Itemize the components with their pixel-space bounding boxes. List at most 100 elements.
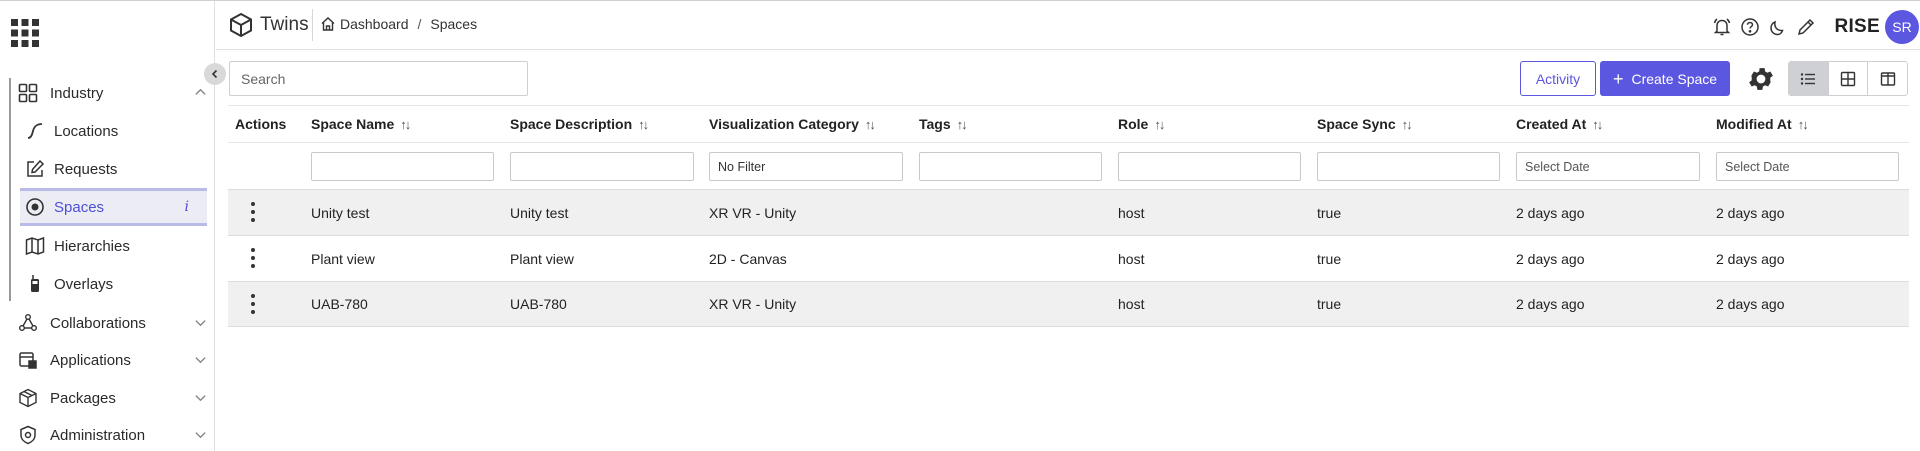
sidebar-group-label: Applications — [50, 351, 131, 369]
column-header-modified-at[interactable]: Modified At ↑↓ — [1716, 106, 1809, 142]
cell-visualization-category: XR VR - Unity — [709, 204, 797, 221]
cell-space-name: UAB-780 — [311, 296, 368, 312]
route-icon — [24, 120, 46, 142]
filter-modified-at[interactable] — [1716, 152, 1899, 181]
split-view-icon[interactable] — [1867, 62, 1907, 95]
settings-gear-icon[interactable] — [1746, 64, 1776, 94]
column-header-actions: Actions — [235, 116, 287, 132]
table-filter-row — [228, 143, 1909, 189]
chevron-up-icon — [194, 86, 207, 99]
column-header-role[interactable]: Role ↑↓ — [1118, 106, 1165, 142]
cell-role: host — [1118, 296, 1145, 312]
cell-space-description: Unity test — [510, 204, 569, 221]
plus-icon: + — [1612, 68, 1624, 89]
sidebar: Industry Locations Requests Spaces i Hie… — [0, 1, 215, 451]
help-icon[interactable] — [1739, 16, 1761, 38]
sidebar-item-hierarchies[interactable]: Hierarchies — [20, 227, 207, 265]
cell-created-at: 2 days ago — [1516, 204, 1585, 221]
sort-icon: ↑↓ — [1401, 116, 1413, 132]
sidebar-collapse-button[interactable] — [204, 63, 226, 85]
bell-icon[interactable] — [1711, 16, 1733, 38]
sidebar-item-locations[interactable]: Locations — [20, 112, 207, 150]
sidebar-group-packages[interactable]: Packages — [12, 379, 207, 417]
app-name: Twins — [260, 14, 309, 35]
sidebar-item-overlays[interactable]: Overlays — [20, 265, 207, 303]
sidebar-group-administration[interactable]: Administration — [12, 416, 207, 451]
sidebar-item-spaces[interactable]: Spaces i — [20, 188, 207, 226]
breadcrumb-dashboard-link[interactable]: Dashboard — [320, 16, 409, 32]
filter-space-sync[interactable] — [1317, 152, 1500, 181]
cube-logo-icon — [230, 12, 252, 38]
table-row[interactable]: UAB-780 UAB-780 XR VR - Unity host true … — [228, 281, 1909, 327]
breadcrumb-separator: / — [417, 16, 422, 32]
table-header-row: Actions Space Name ↑↓ Space Description ↑↓… — [228, 105, 1909, 143]
sidebar-item-label: Spaces — [54, 198, 105, 216]
map-icon — [24, 235, 46, 257]
row-actions-kebab-icon[interactable] — [247, 294, 259, 314]
filter-tags[interactable] — [919, 152, 1102, 181]
dashboard-grid-icon — [17, 82, 39, 104]
create-space-label: Create Space — [1631, 70, 1718, 87]
filter-created-at[interactable] — [1516, 152, 1700, 181]
cell-modified-at: 2 days ago — [1716, 250, 1785, 267]
filter-space-description[interactable] — [510, 152, 694, 181]
network-icon — [17, 312, 39, 334]
dark-mode-moon-icon[interactable] — [1767, 16, 1789, 38]
applications-icon — [17, 349, 39, 371]
cell-visualization-category: XR VR - Unity — [709, 296, 797, 312]
column-header-space-description[interactable]: Space Description ↑↓ — [510, 106, 649, 142]
sidebar-item-requests[interactable]: Requests — [20, 150, 207, 188]
sort-icon: ↑↓ — [400, 116, 411, 132]
chevron-left-icon — [211, 69, 218, 79]
row-actions-kebab-icon[interactable] — [247, 202, 259, 222]
cell-created-at: 2 days ago — [1516, 250, 1585, 267]
avatar[interactable]: SR — [1885, 10, 1919, 44]
cell-space-description: UAB-780 — [510, 296, 567, 312]
column-header-created-at[interactable]: Created At ↑↓ — [1516, 106, 1603, 142]
column-header-space-sync[interactable]: Space Sync ↑↓ — [1317, 106, 1413, 142]
info-icon[interactable]: i — [185, 199, 189, 215]
filter-space-name[interactable] — [311, 152, 494, 181]
sidebar-group-industry[interactable]: Industry — [12, 74, 207, 112]
industry-group-indicator — [9, 78, 11, 301]
grid-view-icon[interactable] — [1827, 62, 1868, 95]
target-icon — [24, 196, 46, 218]
column-header-space-name[interactable]: Space Name ↑↓ — [311, 106, 411, 142]
activity-button[interactable]: Activity — [1520, 61, 1596, 96]
app-launcher-grid-icon[interactable] — [10, 18, 40, 48]
sidebar-group-collaborations[interactable]: Collaborations — [12, 304, 207, 342]
top-bar: Twins Dashboard / Spaces RISE SR — [216, 1, 1920, 50]
home-icon — [321, 17, 335, 31]
breadcrumb-current: Spaces — [430, 16, 478, 32]
row-actions-kebab-icon[interactable] — [247, 248, 259, 268]
cell-role: host — [1118, 250, 1145, 267]
search-input[interactable] — [229, 61, 528, 96]
sidebar-group-applications[interactable]: Applications — [12, 341, 207, 379]
column-header-visualization-category[interactable]: Visualization Category ↑↓ — [709, 106, 876, 142]
walkie-talkie-icon — [24, 273, 46, 295]
chevron-down-icon — [194, 391, 207, 404]
cell-space-name: Unity test — [311, 204, 370, 221]
cell-created-at: 2 days ago — [1516, 296, 1585, 312]
cell-space-sync: true — [1317, 296, 1342, 312]
sort-icon: ↑↓ — [638, 116, 649, 132]
edit-pencil-icon[interactable] — [1795, 16, 1817, 38]
sort-icon: ↑↓ — [1797, 116, 1809, 132]
create-space-button[interactable]: + Create Space — [1600, 61, 1730, 96]
cell-modified-at: 2 days ago — [1716, 204, 1785, 221]
breadcrumb-home-label: Dashboard — [340, 16, 409, 32]
filter-role[interactable] — [1118, 152, 1301, 181]
breadcrumb: Dashboard / Spaces — [320, 16, 477, 32]
sidebar-group-label: Industry — [50, 84, 104, 102]
shield-gear-icon — [17, 424, 39, 446]
cell-visualization-category: 2D - Canvas — [709, 250, 787, 267]
sidebar-group-label: Packages — [50, 389, 116, 407]
column-header-tags[interactable]: Tags ↑↓ — [919, 106, 968, 142]
cell-space-sync: true — [1317, 250, 1342, 267]
app-brand[interactable]: Twins — [228, 12, 309, 38]
filter-visualization-category[interactable] — [709, 152, 903, 181]
list-view-icon[interactable] — [1789, 62, 1828, 95]
table-row[interactable]: Plant view Plant view 2D - Canvas host t… — [228, 235, 1909, 281]
table-row[interactable]: Unity test Unity test XR VR - Unity host… — [228, 189, 1909, 235]
chevron-down-icon — [194, 316, 207, 329]
